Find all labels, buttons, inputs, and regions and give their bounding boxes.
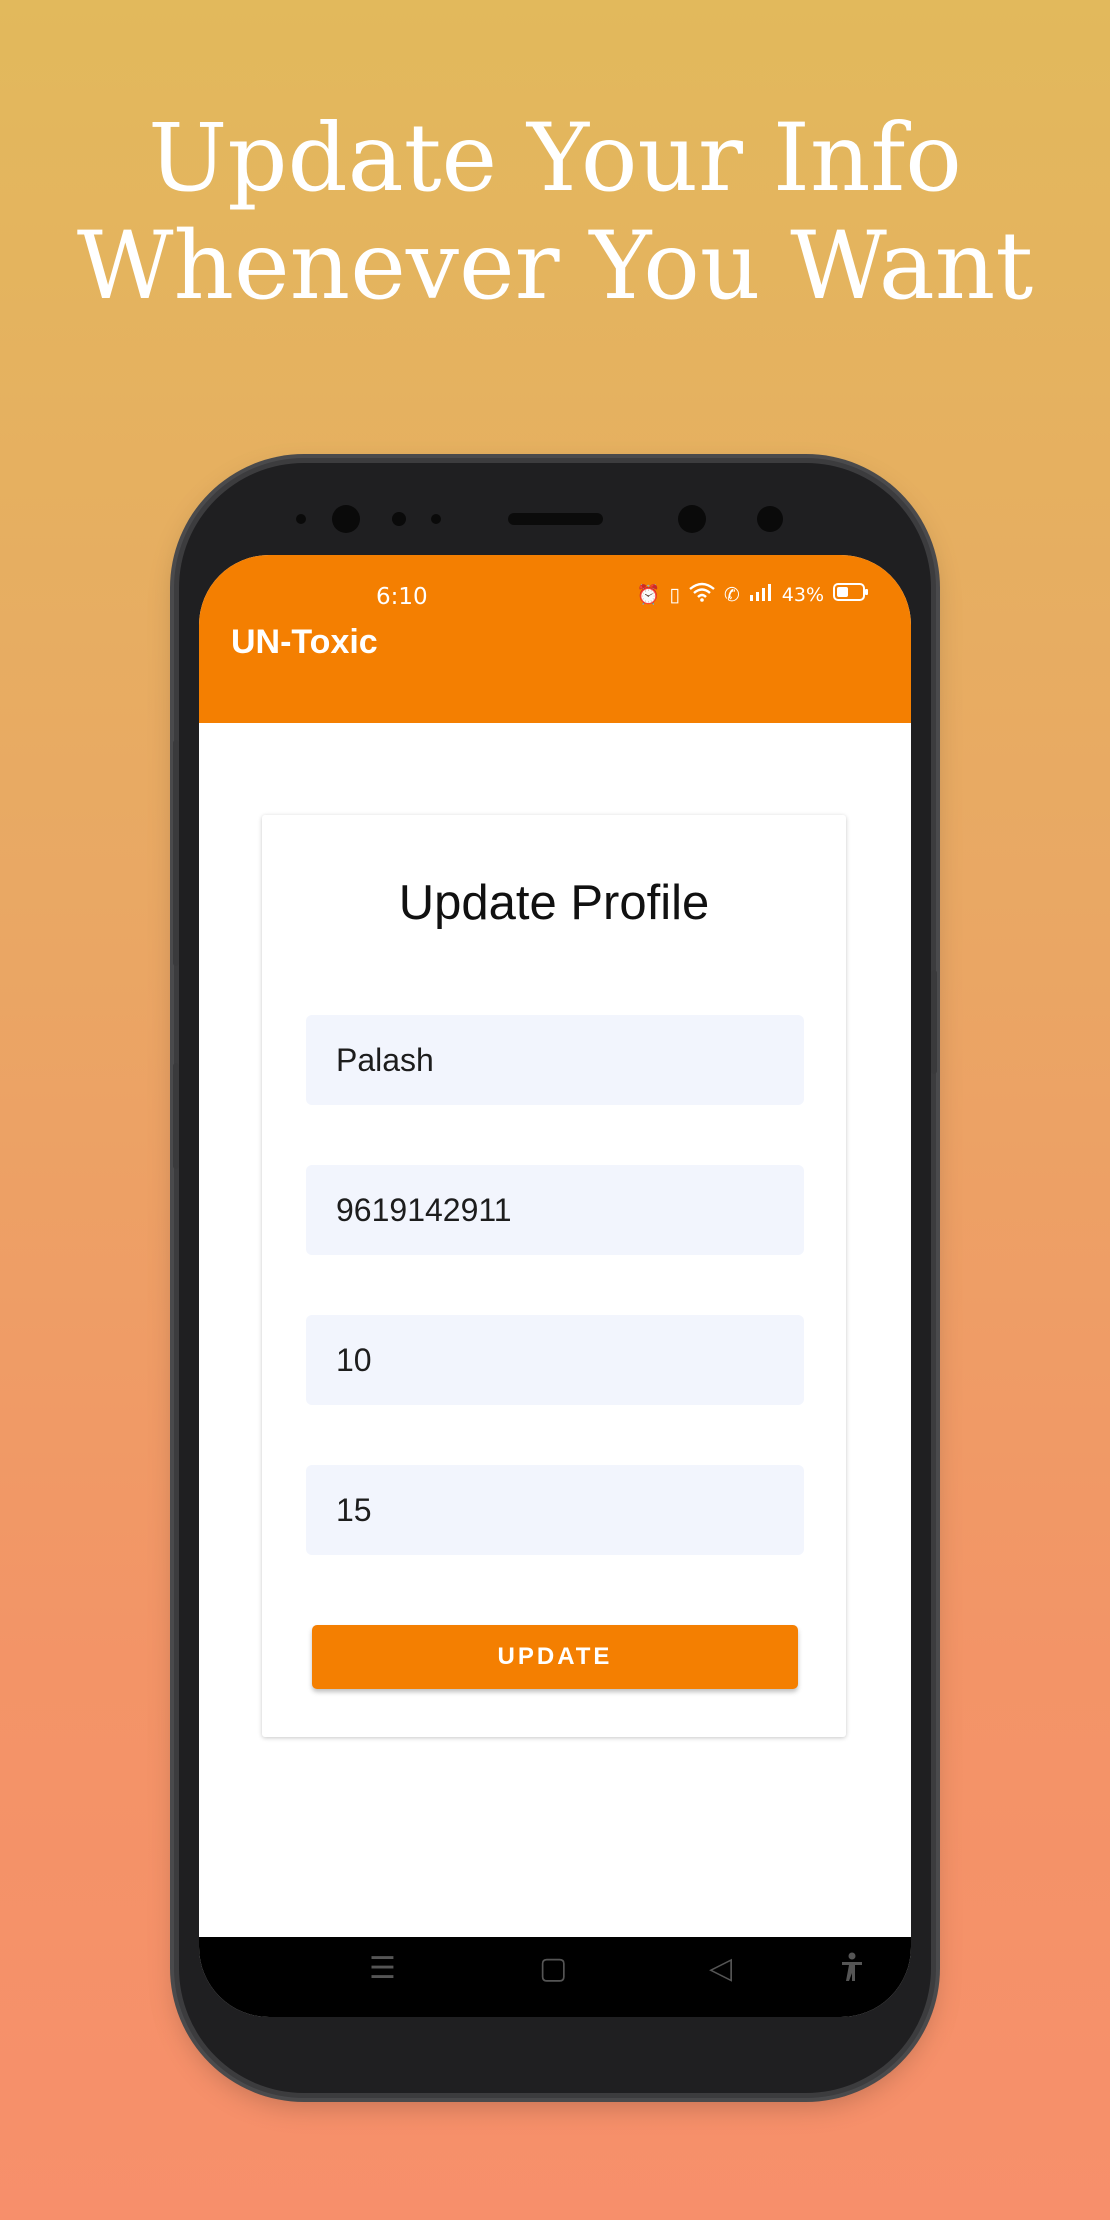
phone-side-button-right bbox=[931, 970, 937, 1074]
signal-icon bbox=[749, 583, 773, 606]
phone-screen: 6:10 ⏰ ▯ ✆ 43% UN-Toxic Update Profile P… bbox=[199, 555, 911, 2017]
field-3-value: 10 bbox=[336, 1341, 372, 1378]
accessibility-icon[interactable] bbox=[839, 1951, 865, 1991]
field-4[interactable]: 15 bbox=[306, 1465, 804, 1555]
name-field-value: Palash bbox=[336, 1041, 434, 1078]
headline-line-1: Update Your Info bbox=[148, 104, 962, 213]
back-icon[interactable]: ◁ bbox=[709, 1951, 732, 1986]
status-time: 6:10 bbox=[376, 584, 428, 610]
phone-field-value: 9619142911 bbox=[336, 1191, 512, 1228]
headline: Update Your Info Whenever You Want bbox=[0, 105, 1110, 321]
alarm-icon: ⏰ bbox=[636, 584, 661, 606]
phone-side-button-left-2 bbox=[173, 1063, 179, 1169]
earpiece-speaker bbox=[508, 513, 603, 525]
wifi-icon bbox=[689, 582, 715, 607]
battery-icon bbox=[833, 583, 869, 606]
camera-lens bbox=[757, 506, 783, 532]
app-title: UN-Toxic bbox=[231, 623, 378, 661]
update-profile-card: Update Profile Palash 9619142911 10 15 U… bbox=[262, 815, 846, 1737]
update-button-label: UPDATE bbox=[497, 1643, 613, 1670]
vibrate-icon: ▯ bbox=[669, 583, 680, 606]
battery-percent: 43% bbox=[781, 583, 824, 606]
camera-lens bbox=[678, 505, 706, 533]
headline-line-2: Whenever You Want bbox=[76, 212, 1034, 321]
navigation-bar: ☰ ▢ ◁ bbox=[199, 1937, 911, 2017]
phone-side-button-left-1 bbox=[173, 740, 179, 966]
update-button[interactable]: UPDATE bbox=[312, 1625, 798, 1689]
card-title: Update Profile bbox=[398, 876, 710, 930]
home-icon[interactable]: ▢ bbox=[539, 1951, 567, 1986]
status-icons: ⏰ ▯ ✆ 43% bbox=[637, 582, 869, 607]
field-3[interactable]: 10 bbox=[306, 1315, 804, 1405]
sensor-dot bbox=[392, 512, 406, 526]
name-field[interactable]: Palash bbox=[306, 1015, 804, 1105]
field-4-value: 15 bbox=[336, 1491, 372, 1528]
sensor-dot bbox=[431, 514, 441, 524]
menu-icon[interactable]: ☰ bbox=[369, 1951, 396, 1986]
sensor-dot bbox=[296, 514, 306, 524]
wifi-calling-icon: ✆ bbox=[723, 583, 740, 606]
camera-lens bbox=[332, 505, 360, 533]
phone-field[interactable]: 9619142911 bbox=[306, 1165, 804, 1255]
